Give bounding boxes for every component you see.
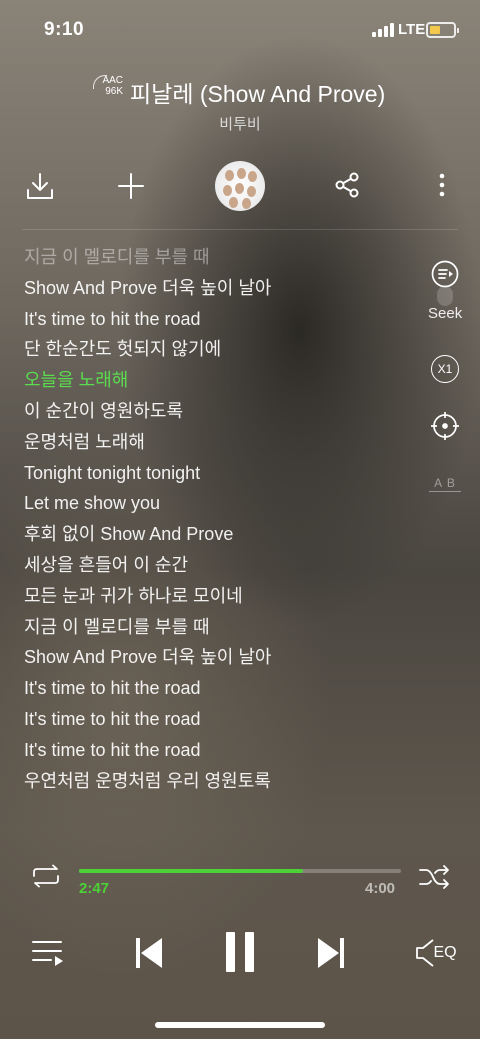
- current-line-button[interactable]: [431, 412, 459, 440]
- repeat-icon: [33, 864, 59, 888]
- lyric-line[interactable]: It's time to hit the road: [24, 304, 404, 335]
- lyric-line[interactable]: Tonight tonight tonight: [24, 458, 404, 489]
- seek-switch-track[interactable]: [437, 286, 453, 306]
- more-vertical-icon: [439, 173, 445, 197]
- seek-toggle-button[interactable]: [431, 260, 459, 288]
- eq-label: EQ: [433, 944, 457, 961]
- plus-icon: [118, 173, 144, 199]
- status-time: 9:10: [44, 19, 85, 40]
- lyric-line-current[interactable]: 오늘을 노래해: [24, 365, 404, 396]
- ab-repeat-label: A B: [434, 476, 456, 490]
- lyric-line[interactable]: Let me show you: [24, 488, 404, 519]
- audio-quality-badge: AAC 96K: [93, 75, 123, 105]
- lyric-line[interactable]: It's time to hit the road: [24, 673, 404, 704]
- download-button[interactable]: [22, 168, 58, 204]
- seek-label: Seek: [428, 305, 463, 322]
- equalizer-speaker-icon: [416, 939, 434, 967]
- playlist-icon: [32, 941, 63, 966]
- battery-icon: [426, 22, 459, 38]
- download-icon: [27, 173, 53, 199]
- lyric-line[interactable]: It's time to hit the road: [24, 735, 404, 766]
- shuffle-button[interactable]: [418, 864, 450, 890]
- signal-strength-icon: [372, 22, 394, 37]
- lyric-line[interactable]: 지금 이 멜로디를 부를 때: [24, 612, 404, 643]
- shuffle-icon: [419, 865, 449, 889]
- lyric-line[interactable]: 세상을 흔들어 이 순간: [24, 550, 404, 581]
- playback-speed-button[interactable]: X1: [431, 355, 459, 383]
- share-icon: [335, 172, 359, 198]
- lyric-line[interactable]: 모든 눈과 귀가 하나로 모이네: [24, 581, 404, 612]
- add-to-playlist-button[interactable]: [115, 170, 147, 202]
- network-type: LTE: [398, 21, 426, 38]
- progress-played: [79, 869, 304, 873]
- pause-icon: [226, 932, 254, 972]
- divider: [22, 229, 458, 230]
- lyric-line[interactable]: It's time to hit the road: [24, 704, 404, 735]
- equalizer-button[interactable]: EQ: [414, 937, 458, 969]
- home-indicator[interactable]: [155, 1022, 325, 1028]
- lyric-line[interactable]: 이 순간이 영원하도록: [24, 396, 404, 427]
- pause-button[interactable]: [222, 930, 258, 974]
- previous-button[interactable]: [134, 935, 164, 971]
- elapsed-time: 2:47: [79, 880, 110, 897]
- lyrics-list[interactable]: 지금 이 멜로디를 부를 때 Show And Prove 더욱 높이 날아 It'…: [24, 242, 404, 796]
- next-button[interactable]: [316, 935, 346, 971]
- skip-previous-icon: [136, 938, 162, 968]
- ab-repeat-button[interactable]: A B: [429, 476, 461, 496]
- lyric-line[interactable]: Show And Prove 더욱 높이 날아: [24, 642, 404, 673]
- lyric-line[interactable]: Show And Prove 더욱 높이 날아: [24, 273, 404, 304]
- artist-name[interactable]: 비투비: [0, 113, 480, 134]
- total-time: 4:00: [365, 880, 396, 897]
- lyric-line[interactable]: 지금 이 멜로디를 부를 때: [24, 242, 404, 273]
- share-button[interactable]: [332, 170, 362, 200]
- skip-next-icon: [318, 938, 344, 968]
- lyric-line[interactable]: 단 한순간도 헛되지 않기에: [24, 334, 404, 365]
- more-options-button[interactable]: [430, 170, 454, 200]
- playlist-button[interactable]: [31, 937, 65, 969]
- lyric-line[interactable]: 운명처럼 노래해: [24, 427, 404, 458]
- repeat-button[interactable]: [30, 863, 62, 889]
- album-art-thumbnail[interactable]: [215, 161, 265, 211]
- speed-label: X1: [437, 362, 453, 376]
- lyric-line[interactable]: 우연처럼 운명처럼 우리 영원토록: [24, 766, 404, 797]
- lyric-line[interactable]: 후회 없이 Show And Prove: [24, 519, 404, 550]
- song-title: 피날레 (Show And Prove): [130, 81, 386, 107]
- crosshair-icon: [431, 412, 459, 440]
- progress-bar[interactable]: [79, 869, 401, 873]
- lyrics-seek-icon: [431, 260, 459, 288]
